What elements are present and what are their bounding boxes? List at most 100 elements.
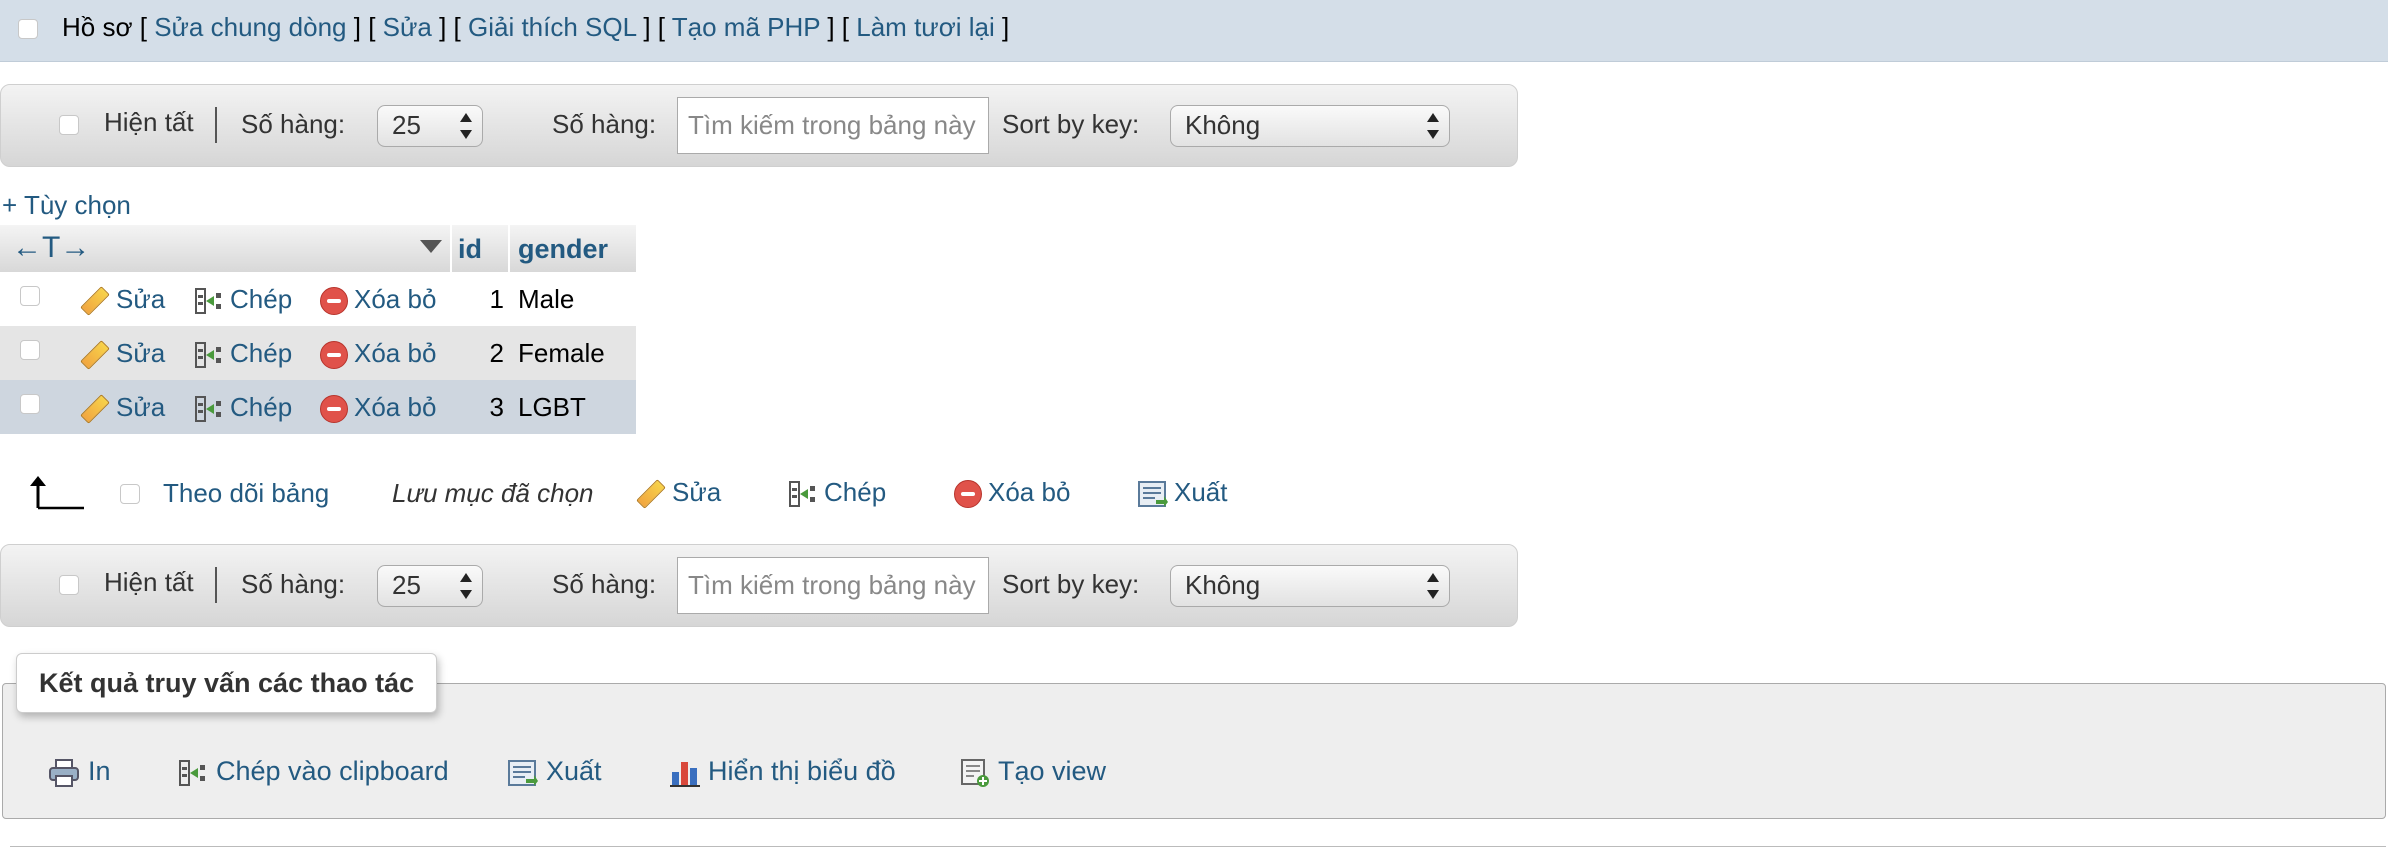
select-all-checkbox[interactable] <box>120 484 140 504</box>
create-php-code-link[interactable]: Tạo mã PHP <box>672 12 820 42</box>
export-link[interactable]: Xuất <box>508 756 602 787</box>
bottom-navigation-bar: Hiện tất Số hàng: 25 Số hàng: Sort by ke… <box>0 544 1518 627</box>
table-row: Sửa Chép Xóa bỏ 3 LGBT <box>0 380 636 434</box>
bulk-edit-button[interactable]: Sửa <box>636 477 722 509</box>
bulk-edit-label: Sửa <box>672 477 722 507</box>
delete-icon <box>320 287 348 316</box>
separator <box>215 567 217 603</box>
show-all-checkbox[interactable] <box>59 115 79 135</box>
sort-by-key-select[interactable]: Không <box>1170 565 1450 607</box>
table-row: Sửa Chép Xóa bỏ 1 Male <box>0 272 636 326</box>
bottom-divider <box>10 846 2386 847</box>
select-arrows-icon <box>1427 112 1439 140</box>
delete-icon <box>320 395 348 424</box>
cell-id[interactable]: 2 <box>464 338 504 369</box>
row-copy-link[interactable]: Chép <box>194 338 292 370</box>
sort-by-key-select[interactable]: Không <box>1170 105 1450 147</box>
print-label: In <box>88 756 111 786</box>
sort-select-value: Không <box>1185 570 1261 600</box>
top-navigation-bar: Hiện tất Số hàng: 25 Số hàng: Sort by ke… <box>0 84 1518 167</box>
print-link[interactable]: In <box>48 756 111 788</box>
row-delete-label: Xóa bỏ <box>354 284 437 314</box>
bulk-copy-button[interactable]: Chép <box>788 477 886 509</box>
create-view-icon <box>961 758 989 787</box>
show-all-label[interactable]: Hiện tất <box>104 567 194 598</box>
export-icon <box>1138 481 1168 508</box>
pencil-icon <box>80 394 110 424</box>
display-chart-label: Hiển thị biểu đồ <box>708 756 896 786</box>
copy-to-clipboard-link[interactable]: Chép vào clipboard <box>178 756 449 788</box>
row-delete-link[interactable]: Xóa bỏ <box>320 392 437 424</box>
pencil-icon <box>80 286 110 316</box>
row-edit-link[interactable]: Sửa <box>80 392 166 424</box>
inline-edit-link[interactable]: Sửa chung dòng <box>154 12 346 42</box>
row-delete-label: Xóa bỏ <box>354 392 437 422</box>
row-edit-label: Sửa <box>116 338 166 368</box>
query-results-legend: Kết quả truy vấn các thao tác <box>16 653 438 713</box>
explain-sql-link[interactable]: Giải thích SQL <box>468 12 636 42</box>
create-view-link[interactable]: Tạo view <box>960 756 1106 788</box>
options-link[interactable]: + Tùy chọn <box>2 190 131 221</box>
bulk-delete-label: Xóa bỏ <box>988 477 1071 507</box>
with-selected-label: Lưu mục đã chọn <box>392 478 594 508</box>
cell-gender[interactable]: Male <box>518 284 574 315</box>
bulk-copy-label: Chép <box>824 477 887 507</box>
row-copy-label: Chép <box>230 338 293 368</box>
row-edit-link[interactable]: Sửa <box>80 338 166 370</box>
row-delete-link[interactable]: Xóa bỏ <box>320 338 437 370</box>
cell-id[interactable]: 3 <box>464 392 504 423</box>
watch-table-label[interactable]: Theo dõi bảng <box>163 478 329 509</box>
pencil-icon <box>636 479 666 509</box>
row-copy-link[interactable]: Chép <box>194 392 292 424</box>
row-checkbox[interactable] <box>20 286 40 306</box>
cell-id[interactable]: 1 <box>464 284 504 315</box>
select-arrows-icon <box>460 572 472 600</box>
arrow-up-left-icon <box>30 476 84 510</box>
row-copy-link[interactable]: Chép <box>194 284 292 316</box>
rows-label: Số hàng: <box>241 569 346 599</box>
row-edit-link[interactable]: Sửa <box>80 284 165 316</box>
bar-chart-icon <box>670 761 700 787</box>
bulk-export-label: Xuất <box>1174 477 1228 507</box>
profiling-checkbox[interactable] <box>18 19 38 39</box>
display-chart-link[interactable]: Hiển thị biểu đồ <box>670 756 896 788</box>
search-table-input[interactable] <box>677 557 989 614</box>
show-all-checkbox[interactable] <box>59 575 79 595</box>
search-table-input[interactable] <box>677 97 989 154</box>
row-checkbox[interactable] <box>20 340 40 360</box>
table-row: Sửa Chép Xóa bỏ 2 Female <box>0 326 636 380</box>
rows-select[interactable]: 25 <box>377 105 483 147</box>
bulk-delete-button[interactable]: Xóa bỏ <box>954 477 1071 509</box>
cell-gender[interactable]: Female <box>518 338 605 369</box>
sort-by-key-label: Sort by key: <box>1002 569 1140 599</box>
profiling-label: Hồ sơ <box>62 12 133 42</box>
column-arrows[interactable]: ←T→ <box>12 231 90 265</box>
show-all-label[interactable]: Hiện tất <box>104 107 194 138</box>
column-header-id[interactable]: id <box>452 225 508 272</box>
create-view-label: Tạo view <box>998 756 1107 786</box>
row-delete-link[interactable]: Xóa bỏ <box>320 284 437 316</box>
rows-select-value: 25 <box>392 110 421 140</box>
select-arrows-icon <box>460 112 472 140</box>
export-icon <box>508 759 538 786</box>
column-header-id-label: id <box>458 234 482 264</box>
row-checkbox[interactable] <box>20 394 40 414</box>
column-header-gender[interactable]: gender <box>510 225 636 272</box>
refresh-link[interactable]: Làm tươi lại <box>856 12 995 42</box>
row-delete-label: Xóa bỏ <box>354 338 437 368</box>
table-header-actions: ←T→ <box>0 225 450 272</box>
bulk-export-button[interactable]: Xuất <box>1138 477 1228 508</box>
row-copy-label: Chép <box>230 392 293 422</box>
cell-gender[interactable]: LGBT <box>518 392 586 423</box>
rows-select[interactable]: 25 <box>377 565 483 607</box>
delete-icon <box>320 341 348 370</box>
edit-link[interactable]: Sửa <box>383 12 432 42</box>
separator <box>215 107 217 143</box>
export-label: Xuất <box>546 756 602 786</box>
copy-icon <box>195 342 221 369</box>
row-edit-label: Sửa <box>116 392 166 422</box>
copy-icon <box>195 288 221 315</box>
delete-icon <box>954 480 982 509</box>
sort-triangle-icon[interactable] <box>420 240 442 253</box>
filter-rows-label: Số hàng: <box>552 109 657 139</box>
